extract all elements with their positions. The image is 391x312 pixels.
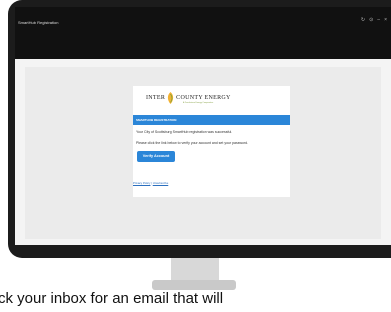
logo-text-right: COUNTY ENERGY: [176, 95, 231, 101]
message-line-2: Please click the link below to verify yo…: [136, 141, 249, 145]
monitor-stand-base: [152, 280, 236, 290]
footer-links: Privacy Policy | Unsubscribe: [133, 181, 168, 185]
message-line-1: Your City of Scottsburg SmartHub registr…: [136, 130, 233, 134]
caption-text: ck your inbox for an email that will: [0, 290, 224, 307]
window-title: SmartHub Registration: [18, 20, 59, 25]
minimize-icon[interactable]: –: [377, 18, 380, 23]
logo-text-left: INTER: [146, 95, 166, 101]
email-background: INTER COUNTY ENERGY A Touchstone Energy …: [25, 67, 381, 239]
email-header-text: SMARTHUB REGISTRATION: [136, 118, 177, 122]
monitor-stand-neck: [171, 258, 219, 280]
refresh-icon[interactable]: ↻: [361, 18, 365, 23]
window-controls: ↻ ⊙ – ×: [361, 18, 387, 23]
settings-icon[interactable]: ⊙: [369, 18, 373, 23]
close-icon[interactable]: ×: [384, 18, 387, 23]
verify-account-button[interactable]: Verify Account: [137, 151, 175, 162]
leaf-icon: [166, 92, 175, 104]
title-bar: SmartHub Registration ↻ ⊙ – ×: [15, 7, 391, 59]
monitor-bezel: SmartHub Registration ↻ ⊙ – × INTER COUN…: [8, 0, 391, 258]
logo-tagline: A Touchstone Energy Cooperative: [183, 102, 214, 104]
unsubscribe-link[interactable]: Unsubscribe: [153, 181, 169, 185]
privacy-policy-link[interactable]: Privacy Policy: [133, 181, 150, 185]
email-header-bar: SMARTHUB REGISTRATION: [133, 115, 290, 125]
screen: SmartHub Registration ↻ ⊙ – × INTER COUN…: [15, 7, 391, 245]
